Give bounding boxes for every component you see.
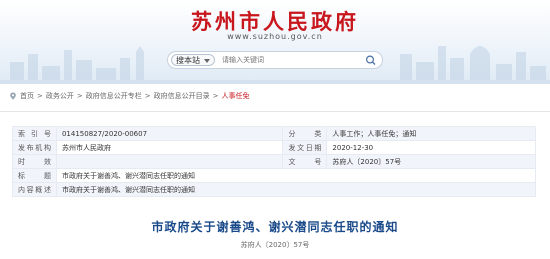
category-value: 人事工作；人事任免；通知 [326,126,536,141]
breadcrumb-separator: > [76,92,83,100]
metadata-row: 标题 市政府关于谢善鸿、谢兴潜同志任职的通知 [12,168,537,183]
chevron-down-icon [204,59,210,63]
search-box: 搜本站 [167,51,383,69]
validity-label: 时效 [12,154,57,169]
search-scope-dropdown[interactable]: 搜本站 [171,54,215,66]
breadcrumb-separator: > [212,92,219,100]
doc-no-value: 苏府人〔2020〕57号 [326,154,536,169]
index-no-label: 索引号 [12,126,57,141]
breadcrumb-gov-affairs[interactable]: 政务公开 [46,91,74,101]
category-label: 分类 [282,126,328,141]
breadcrumb-info-column[interactable]: 政府信息公开专栏 [86,91,142,101]
document-metadata-table: 索引号 014150827/2020-00607 分类 人事工作；人事任免；通知… [12,126,537,197]
content-label: 内容概述 [12,182,57,197]
publisher-value: 苏州市人民政府 [55,140,284,155]
breadcrumb: 首页 > 政务公开 > 政府信息公开专栏 > 政府信息公开目录 > 人事任免 [9,90,250,102]
date-value: 2020-12-30 [326,140,536,155]
search-icon[interactable] [363,54,379,66]
breadcrumb-separator: > [144,92,151,100]
breadcrumb-separator: > [37,92,43,100]
document-number: 苏府人〔2020〕57号 [240,241,310,249]
metadata-row: 时效 文号 苏府人〔2020〕57号 [12,154,536,169]
document-title: 市政府关于谢善鸿、谢兴潜同志任职的通知 [151,220,399,234]
breadcrumb-personnel[interactable]: 人事任免 [222,91,250,101]
title-label: 标题 [12,168,57,183]
location-pin-icon [10,92,16,100]
site-url: www.suzhou.gov.cn [227,32,323,41]
site-header: 苏州市人民政府 www.suzhou.gov.cn 搜本站 [0,0,550,84]
metadata-row: 发布机构 苏州市人民政府 发文日期 2020-12-30 [12,140,536,155]
date-label: 发文日期 [282,140,328,155]
metadata-row: 索引号 014150827/2020-00607 分类 人事工作；人事任免；通知 [12,126,536,141]
breadcrumb-home[interactable]: 首页 [20,91,34,101]
title-value: 市政府关于谢善鸿、谢兴潜同志任职的通知 [55,168,537,183]
validity-value [55,154,284,169]
publisher-label: 发布机构 [12,140,57,155]
search-scope-label: 搜本站 [176,56,200,65]
metadata-row: 内容概述 市政府关于谢善鸿、谢兴潜同志任职的通知 [12,182,537,197]
content-value: 市政府关于谢善鸿、谢兴潜同志任职的通知 [55,182,537,197]
doc-no-label: 文号 [282,154,328,169]
breadcrumb-info-catalog[interactable]: 政府信息公开目录 [154,91,210,101]
search-input[interactable] [222,54,352,66]
index-no-value: 014150827/2020-00607 [55,126,284,141]
divider [0,111,550,112]
